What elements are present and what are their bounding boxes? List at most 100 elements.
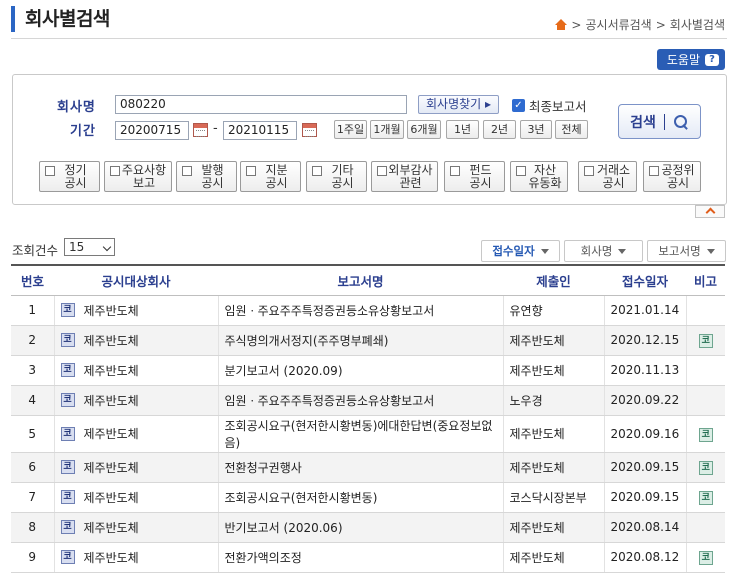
report-link[interactable]: 반기보고서 (2020.06) <box>225 521 343 535</box>
report-link[interactable]: 조회공시요구(현저한시황변동) <box>225 491 378 505</box>
sort-by-company-button[interactable]: 회사명 <box>564 240 643 262</box>
kosdaq-note-icon[interactable]: 코 <box>698 491 713 505</box>
sort-by-report-button[interactable]: 보고서명 <box>647 240 726 262</box>
company-cell: 코 제주반도체 <box>53 415 218 453</box>
table-row: 6 코 제주반도체 전환청구권행사 제주반도체 2020.09.15 코 <box>11 452 725 483</box>
final-report-checkbox[interactable]: ✓ 최종보고서 <box>512 96 587 115</box>
filter-ftc-disclosure[interactable]: 공정위 공시 <box>643 161 701 192</box>
checkbox-checked-icon: ✓ <box>512 99 525 112</box>
home-icon[interactable] <box>555 19 568 30</box>
count-select[interactable]: 15 <box>64 238 115 256</box>
company-link[interactable]: 제주반도체 <box>84 425 139 442</box>
kosdaq-badge-icon: 코 <box>60 393 75 407</box>
date-cell: 2020.09.22 <box>603 385 686 416</box>
calendar-icon[interactable] <box>302 123 317 137</box>
table-row: 2 코 제주반도체 주식명의개서정지(주주명부폐쇄) 제주반도체 2020.12.15 코 <box>11 325 725 356</box>
note-cell <box>685 512 725 543</box>
period-label: 기간 <box>70 124 96 139</box>
help-button[interactable]: 도움말 ? <box>656 49 725 70</box>
row-number: 5 <box>11 415 54 453</box>
submitter-cell: 코스닥시장본부 <box>502 482 604 513</box>
period-all-button[interactable]: 전체 <box>555 120 588 139</box>
company-cell: 코 제주반도체 <box>53 452 218 483</box>
company-input[interactable]: 080220 <box>115 95 407 114</box>
note-cell: 코 <box>685 542 725 573</box>
filter-fund-disclosure[interactable]: 펀드 공시 <box>444 161 505 192</box>
report-link[interactable]: 임원ㆍ주요주주특정증권등소유상황보고서 <box>225 394 435 408</box>
period-1month-button[interactable]: 1개월 <box>370 120 404 139</box>
kosdaq-badge-icon: 코 <box>60 520 75 534</box>
end-date-input[interactable]: 20210115 <box>223 121 297 140</box>
find-company-button[interactable]: 회사명찾기 ▸ <box>418 95 500 114</box>
company-cell: 코 제주반도체 <box>53 295 218 326</box>
period-1year-button[interactable]: 1년 <box>446 120 479 139</box>
note-cell: 코 <box>685 482 725 513</box>
kosdaq-badge-icon: 코 <box>60 303 75 317</box>
filter-issuance-disclosure[interactable]: 발행 공시 <box>176 161 237 192</box>
note-cell: 코 <box>685 325 725 356</box>
company-link[interactable]: 제주반도체 <box>84 362 139 379</box>
company-cell: 코 제주반도체 <box>53 542 218 573</box>
submitter-cell: 제주반도체 <box>502 415 604 453</box>
report-link[interactable]: 분기보고서 (2020.09) <box>225 364 343 378</box>
note-cell <box>685 385 725 416</box>
filter-asset-securitization[interactable]: 자산 유동화 <box>510 161 568 192</box>
report-link[interactable]: 전환가액의조정 <box>225 551 302 565</box>
calendar-icon[interactable] <box>193 123 208 137</box>
company-link[interactable]: 제주반도체 <box>84 392 139 409</box>
company-link[interactable]: 제주반도체 <box>84 332 139 349</box>
kosdaq-note-icon[interactable]: 코 <box>698 461 713 475</box>
report-cell: 분기보고서 (2020.09) <box>217 355 503 386</box>
report-cell: 조회공시요구(현저한시황변동)에대한답변(중요정보없음) <box>217 415 503 453</box>
period-3year-button[interactable]: 3년 <box>520 120 552 139</box>
filter-exchange-disclosure[interactable]: 거래소 공시 <box>578 161 637 192</box>
collapse-panel-button[interactable] <box>695 205 725 218</box>
report-link[interactable]: 전환청구권행사 <box>225 461 302 475</box>
page-title-bar: 회사별검색 <box>11 6 110 32</box>
table-header-row: 번호 공시대상회사 보고서명 제출인 접수일자 비고 <box>11 264 725 296</box>
company-link[interactable]: 제주반도체 <box>84 302 139 319</box>
report-link[interactable]: 임원ㆍ주요주주특정증권등소유상황보고서 <box>225 304 435 318</box>
note-cell <box>685 355 725 386</box>
filter-external-audit[interactable]: 외부감사 관련 <box>371 161 438 192</box>
kosdaq-note-icon[interactable]: 코 <box>698 551 713 565</box>
title-divider <box>11 38 727 39</box>
breadcrumb-item-disclosure-search[interactable]: 공시서류검색 <box>585 16 651 33</box>
company-cell: 코 제주반도체 <box>53 512 218 543</box>
submitter-cell: 제주반도체 <box>502 512 604 543</box>
company-link[interactable]: 제주반도체 <box>84 459 139 476</box>
filter-other-disclosure[interactable]: 기타 공시 <box>306 161 367 192</box>
report-link[interactable]: 조회공시요구(현저한시황변동)에대한답변(중요정보없음) <box>225 419 493 450</box>
company-link[interactable]: 제주반도체 <box>84 549 139 566</box>
sort-by-date-button[interactable]: 접수일자 <box>481 240 560 262</box>
period-6month-button[interactable]: 6개월 <box>407 120 441 139</box>
table-row: 8 코 제주반도체 반기보고서 (2020.06) 제주반도체 2020.08.14 <box>11 512 725 543</box>
search-button[interactable]: 검색 <box>618 104 701 139</box>
period-2year-button[interactable]: 2년 <box>483 120 516 139</box>
report-link[interactable]: 주식명의개서정지(주주명부폐쇄) <box>225 334 389 348</box>
kosdaq-note-icon[interactable]: 코 <box>698 427 713 442</box>
kosdaq-note-icon[interactable]: 코 <box>698 334 713 348</box>
filter-equity-disclosure[interactable]: 지분 공시 <box>240 161 301 192</box>
period-1week-button[interactable]: 1주일 <box>334 120 367 139</box>
company-cell: 코 제주반도체 <box>53 482 218 513</box>
date-cell: 2020.09.15 <box>603 482 686 513</box>
breadcrumb-item-company-search[interactable]: 회사별검색 <box>670 16 725 33</box>
row-number: 1 <box>11 295 54 326</box>
filter-major-report[interactable]: 주요사항 보고 <box>104 161 172 192</box>
date-cell: 2020.12.15 <box>603 325 686 356</box>
report-cell: 임원ㆍ주요주주특정증권등소유상황보고서 <box>217 295 503 326</box>
col-header-note: 비고 <box>686 264 725 296</box>
start-date-input[interactable]: 20200715 <box>115 121 189 140</box>
filter-regular-disclosure[interactable]: 정기 공시 <box>39 161 100 192</box>
company-link[interactable]: 제주반도체 <box>84 489 139 506</box>
row-number: 2 <box>11 325 54 356</box>
submitter-cell: 노우경 <box>502 385 604 416</box>
date-cell: 2020.08.12 <box>603 542 686 573</box>
submitter-cell: 유연향 <box>502 295 604 326</box>
company-link[interactable]: 제주반도체 <box>84 519 139 536</box>
note-cell <box>685 295 725 326</box>
page-title: 회사별검색 <box>25 8 110 30</box>
submitter-cell: 제주반도체 <box>502 452 604 483</box>
row-number: 9 <box>11 542 54 573</box>
